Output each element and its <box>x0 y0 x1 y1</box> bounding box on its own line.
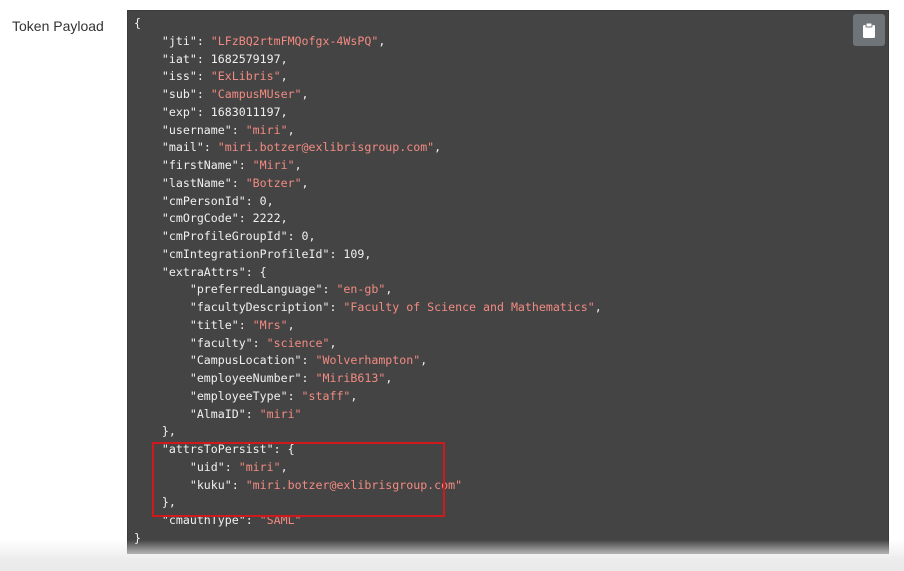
code-line: "cmProfileGroupId": 0, <box>161 229 316 243</box>
code-line: "iss": "ExLibris", <box>161 69 288 84</box>
code-line: "username": "miri", <box>161 122 295 137</box>
code-line: "exp": 1683011197, <box>161 104 288 119</box>
code-line: "iat": 1682579197, <box>161 51 288 66</box>
code-line: "lastName": "Botzer", <box>161 175 309 190</box>
code-line: { <box>134 16 141 30</box>
code-line: }, <box>134 424 176 439</box>
code-line: "cmIntegrationProfileId": 109, <box>161 246 372 261</box>
code-line: "kuku": "miri.botzer@exlibrisgroup.com" <box>189 477 463 492</box>
code-line: "employeeNumber": "MiriB613", <box>189 371 393 385</box>
code-line: "jti": "LFzBQ2rtmFMQofgx-4WsPQ", <box>161 33 386 48</box>
code-line: "faculty": "science", <box>189 335 337 350</box>
code-line: "CampusLocation": "Wolverhampton", <box>189 353 428 368</box>
code-line: "mail": "miri.botzer@exlibrisgroup.com", <box>161 140 442 155</box>
code-line: "employeeType": "staff", <box>189 388 358 403</box>
code-line: "cmauthType": "SAML" <box>161 513 302 527</box>
code-line: "AlmaID": "miri" <box>189 406 302 421</box>
code-line: "facultyDescription": "Faculty of Scienc… <box>189 300 602 314</box>
json-code-block: { "jti": "LFzBQ2rtmFMQofgx-4WsPQ", "iat"… <box>134 15 602 548</box>
code-line: }, <box>134 495 176 510</box>
code-line: "preferredLanguage": "en-gb", <box>189 282 393 297</box>
clipboard-icon <box>862 22 876 38</box>
code-line: "uid": "miri", <box>189 459 288 474</box>
code-line: "extraAttrs": { <box>161 264 267 279</box>
token-payload-label: Token Payload <box>12 18 104 34</box>
code-line: "attrsToPersist": { <box>161 442 295 456</box>
code-line: "sub": "CampusMUser", <box>161 87 309 101</box>
code-line: "firstName": "Miri", <box>161 158 302 172</box>
copy-to-clipboard-button[interactable] <box>853 14 885 46</box>
code-line: "cmOrgCode": 2222, <box>161 211 288 226</box>
code-line: "cmPersonId": 0, <box>161 193 274 208</box>
code-line: "title": "Mrs", <box>189 317 295 332</box>
token-payload-code-panel: { "jti": "LFzBQ2rtmFMQofgx-4WsPQ", "iat"… <box>127 10 889 554</box>
code-line: } <box>134 530 141 545</box>
